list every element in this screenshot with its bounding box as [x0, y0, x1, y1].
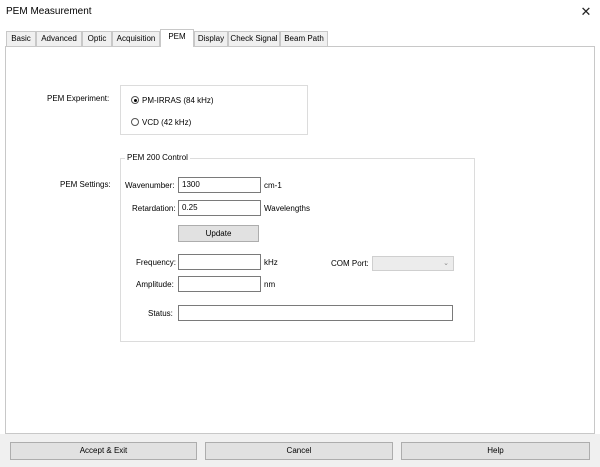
- radio-unselected-icon: [131, 118, 139, 126]
- retardation-unit: Wavelengths: [264, 204, 310, 213]
- pem-tab-panel: PEM Experiment: PM-IRRAS (84 kHz) VCD (4…: [5, 46, 595, 434]
- title-bar: PEM Measurement ✕: [0, 0, 600, 24]
- tab-optic[interactable]: Optic: [82, 31, 112, 46]
- com-port-label: COM Port:: [331, 259, 369, 268]
- amplitude-field: [178, 276, 261, 292]
- status-label: Status:: [148, 309, 173, 318]
- frequency-unit: kHz: [264, 258, 278, 267]
- tab-beam-path[interactable]: Beam Path: [280, 31, 328, 46]
- radio-vcd[interactable]: VCD (42 kHz): [131, 116, 191, 128]
- tab-acquisition[interactable]: Acquisition: [112, 31, 160, 46]
- tab-display[interactable]: Display: [194, 31, 228, 46]
- radio-selected-icon: [131, 96, 139, 104]
- amplitude-label: Amplitude:: [136, 280, 174, 289]
- pem-settings-label: PEM Settings:: [60, 180, 111, 189]
- wavenumber-unit: cm-1: [264, 181, 282, 190]
- wavenumber-input[interactable]: 1300: [178, 177, 261, 193]
- cancel-button[interactable]: Cancel: [205, 442, 393, 460]
- update-button[interactable]: Update: [178, 225, 259, 242]
- radio-vcd-label: VCD (42 kHz): [142, 117, 192, 127]
- amplitude-unit: nm: [264, 280, 276, 289]
- pem-experiment-label: PEM Experiment:: [47, 94, 110, 103]
- chevron-down-icon: ⌄: [443, 260, 449, 267]
- help-button[interactable]: Help: [401, 442, 590, 460]
- retardation-label: Retardation:: [132, 204, 176, 213]
- accept-exit-button[interactable]: Accept & Exit: [10, 442, 197, 460]
- tab-pem[interactable]: PEM: [160, 29, 194, 47]
- tab-strip: Basic Advanced Optic Acquisition PEM Dis…: [6, 29, 594, 47]
- tab-check-signal[interactable]: Check Signal: [228, 31, 280, 46]
- pem-200-control-title: PEM 200 Control: [125, 153, 190, 162]
- wavenumber-label: Wavenumber:: [125, 181, 175, 190]
- tab-advanced[interactable]: Advanced: [36, 31, 82, 46]
- retardation-input[interactable]: 0.25: [178, 200, 261, 216]
- radio-pm-irras-label: PM-IRRAS (84 kHz): [142, 95, 214, 105]
- window-title: PEM Measurement: [6, 6, 92, 17]
- status-field: [178, 305, 453, 321]
- pem-experiment-group: PM-IRRAS (84 kHz) VCD (42 kHz): [120, 85, 308, 135]
- frequency-field: [178, 254, 261, 270]
- dialog-button-bar: Accept & Exit Cancel Help: [0, 434, 600, 467]
- radio-pm-irras[interactable]: PM-IRRAS (84 kHz): [131, 94, 214, 106]
- frequency-label: Frequency:: [136, 258, 177, 267]
- tab-basic[interactable]: Basic: [6, 31, 36, 46]
- com-port-select[interactable]: ⌄: [372, 256, 454, 271]
- close-icon[interactable]: ✕: [578, 4, 594, 20]
